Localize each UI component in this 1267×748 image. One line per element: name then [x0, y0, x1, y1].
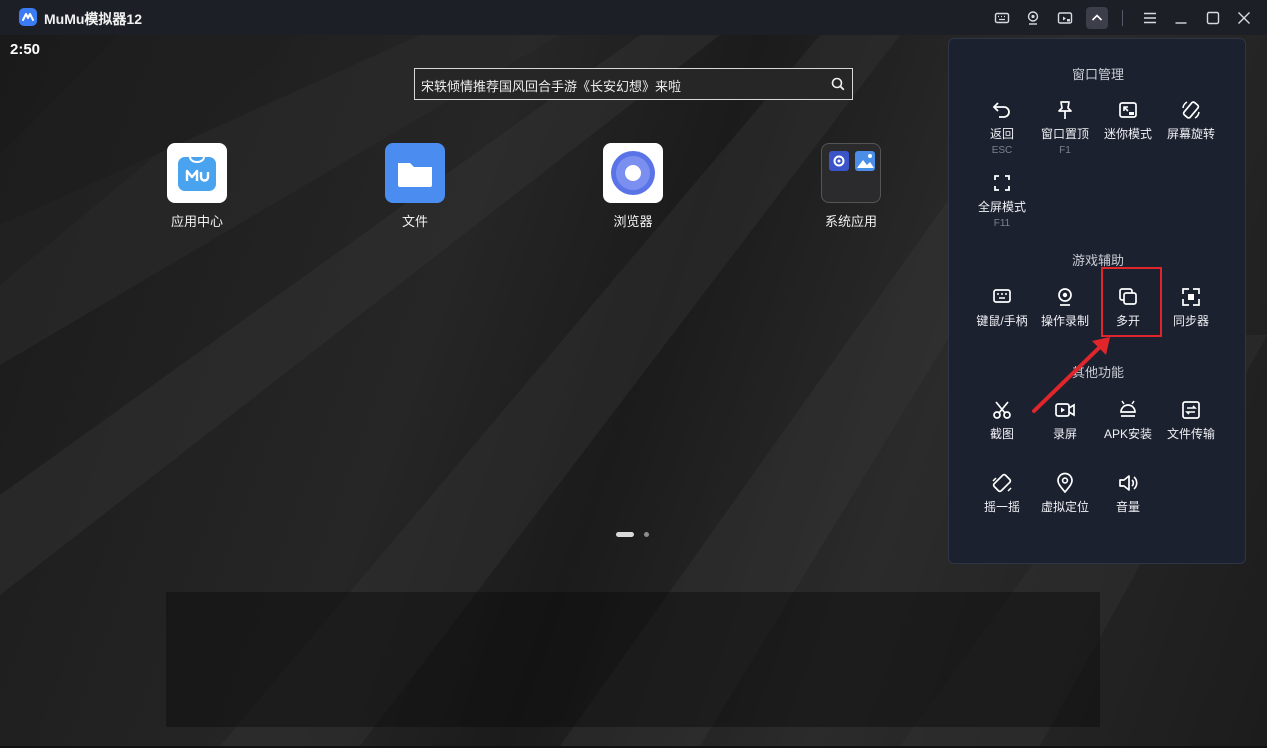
tool-label: 窗口置顶 [1040, 127, 1089, 141]
search-icon[interactable] [830, 76, 846, 92]
annotation-arrow-icon [1032, 337, 1110, 413]
back-icon [992, 102, 1010, 118]
app-browser[interactable]: 浏览器 [573, 143, 693, 230]
folder-icon [385, 143, 445, 203]
keyboard-gamepad-icon [993, 289, 1011, 303]
page-dot [644, 532, 649, 537]
minimize-icon[interactable] [1170, 7, 1192, 29]
title-bar: MuMu模拟器12 [0, 0, 1267, 35]
tool-label: 截图 [989, 427, 1014, 441]
shake-icon [992, 473, 1012, 493]
tool-label: APK安装 [1103, 427, 1152, 441]
app-label: 系统应用 [824, 214, 877, 229]
section-title-game: 游戏辅助 [1071, 253, 1124, 268]
tool-shake[interactable]: 摇一摇 [971, 472, 1033, 515]
menu-icon[interactable] [1139, 7, 1161, 29]
titlebar-separator [1122, 10, 1123, 26]
location-pin-icon [1057, 472, 1073, 494]
tool-pin-top[interactable]: 窗口置顶 F1 [1034, 99, 1096, 156]
fullscreen-icon [994, 175, 1010, 191]
app-app-center[interactable]: 应用中心 [137, 143, 257, 230]
app-files[interactable]: 文件 [355, 143, 475, 230]
app-label: 浏览器 [613, 214, 653, 229]
toolbox-panel: 窗口管理 返回 ESC 窗口置顶 F1 迷你模式 屏幕旋转 全屏模式 F11 游… [948, 38, 1246, 564]
tool-shortcut: F11 [993, 218, 1011, 229]
tool-synchronizer[interactable]: 同步器 [1160, 286, 1222, 329]
tool-shortcut: ESC [991, 145, 1013, 156]
tool-label: 返回 [989, 127, 1014, 141]
search-text[interactable]: 宋轶倾情推荐国风回合手游《长安幻想》来啦 [421, 76, 681, 95]
tool-file-transfer[interactable]: 文件传输 [1160, 399, 1222, 442]
mini-mode-icon [1119, 102, 1137, 118]
record-icon[interactable] [1022, 7, 1044, 29]
app-system-apps[interactable]: 系统应用 [791, 143, 911, 230]
tool-label: 同步器 [1172, 314, 1209, 328]
tool-rotate[interactable]: 屏幕旋转 [1160, 99, 1222, 142]
record-icon [1058, 288, 1072, 306]
tool-label: 虚拟定位 [1040, 500, 1089, 514]
synchronizer-icon [1182, 288, 1200, 306]
app-center-icon [167, 143, 227, 203]
pin-icon [1058, 101, 1072, 119]
tool-operation-record[interactable]: 操作录制 [1034, 286, 1096, 329]
tool-virtual-location[interactable]: 虚拟定位 [1034, 472, 1096, 515]
multi-window-icon[interactable] [1054, 7, 1076, 29]
tool-mini-mode[interactable]: 迷你模式 [1097, 99, 1159, 142]
tool-back[interactable]: 返回 ESC [971, 99, 1033, 156]
tool-volume[interactable]: 音量 [1097, 472, 1159, 515]
app-title: MuMu模拟器12 [44, 11, 142, 27]
tool-label: 文件传输 [1166, 427, 1215, 441]
system-apps-icon [821, 143, 881, 203]
keyboard-icon[interactable] [991, 7, 1013, 29]
app-label: 应用中心 [170, 214, 223, 229]
android-icon [1120, 400, 1136, 417]
close-icon[interactable] [1233, 7, 1255, 29]
tool-shortcut: F1 [1059, 145, 1071, 156]
file-transfer-icon [1182, 401, 1200, 419]
page-dot-active [616, 532, 634, 537]
browser-icon [603, 143, 663, 203]
tool-label: 屏幕旋转 [1166, 127, 1215, 141]
status-time: 2:50 [10, 41, 41, 58]
tool-label: 音量 [1115, 500, 1140, 514]
scissors-icon [993, 401, 1011, 419]
chevron-up-icon[interactable] [1086, 7, 1108, 29]
tool-label: 摇一摇 [983, 500, 1020, 514]
tool-fullscreen[interactable]: 全屏模式 F11 [971, 172, 1033, 229]
maximize-icon[interactable] [1202, 7, 1224, 29]
tool-label: 迷你模式 [1103, 127, 1152, 141]
section-title-window: 窗口管理 [1071, 67, 1124, 82]
tool-label: 录屏 [1052, 427, 1077, 441]
app-label: 文件 [401, 214, 428, 229]
dock-area [166, 592, 1100, 727]
search-bar[interactable]: 宋轶倾情推荐国风回合手游《长安幻想》来啦 [414, 68, 853, 100]
rotate-icon [1182, 101, 1200, 119]
volume-icon [1119, 475, 1138, 491]
mumu-logo-icon [19, 8, 37, 26]
tool-label: 全屏模式 [977, 200, 1026, 214]
tool-keymap[interactable]: 键鼠/手柄 [971, 286, 1033, 329]
